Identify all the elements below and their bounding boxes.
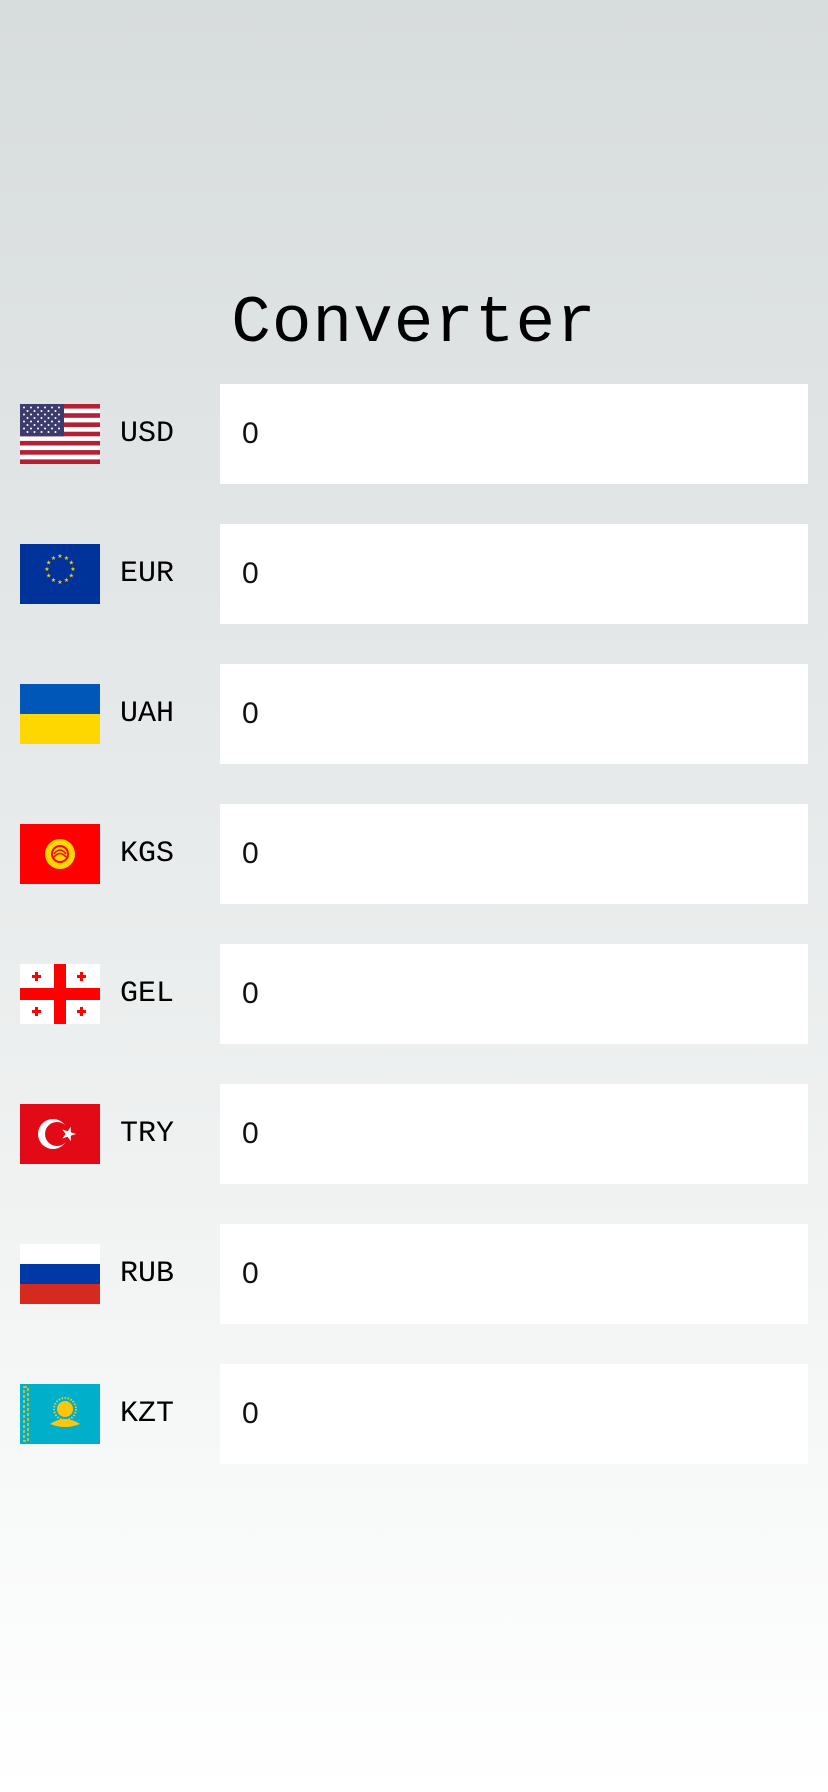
- us-flag-icon: [20, 404, 100, 464]
- page-title: Converter: [231, 286, 597, 361]
- kzt-amount-input[interactable]: [220, 1364, 808, 1464]
- svg-text:★: ★: [46, 573, 51, 580]
- currency-code: EUR: [120, 557, 175, 591]
- kgs-amount-input[interactable]: [220, 804, 808, 904]
- currency-code: RUB: [120, 1257, 175, 1291]
- currency-row-kgs: KGS: [0, 804, 828, 904]
- currency-code: KGS: [120, 837, 175, 871]
- uah-amount-input[interactable]: [220, 664, 808, 764]
- kyrgyzstan-flag-icon: [20, 824, 100, 884]
- georgia-flag-icon: [20, 964, 100, 1024]
- currency-row-usd: USD: [0, 384, 828, 484]
- svg-text:★: ★: [57, 579, 62, 586]
- currency-code: GEL: [120, 977, 175, 1011]
- currency-row-kzt: KZT: [0, 1364, 828, 1464]
- currency-row-try: TRY: [0, 1084, 828, 1184]
- currency-row-eur: ★ ★ ★ ★ ★ ★ ★ ★ ★ ★ ★ ★ EUR: [0, 524, 828, 624]
- currency-code: TRY: [120, 1117, 175, 1151]
- ukraine-flag-icon: [20, 684, 100, 744]
- try-amount-input[interactable]: [220, 1084, 808, 1184]
- eur-amount-input[interactable]: [220, 524, 808, 624]
- eu-flag-icon: ★ ★ ★ ★ ★ ★ ★ ★ ★ ★ ★ ★: [20, 544, 100, 604]
- currency-row-gel: GEL: [0, 944, 828, 1044]
- svg-text:★: ★: [44, 566, 49, 573]
- svg-text:★: ★: [69, 573, 74, 580]
- currency-row-rub: RUB: [0, 1224, 828, 1324]
- currency-code: KZT: [120, 1397, 175, 1431]
- svg-text:★: ★: [51, 577, 56, 584]
- turkey-flag-icon: [20, 1104, 100, 1164]
- svg-text:★: ★: [51, 555, 56, 562]
- gel-amount-input[interactable]: [220, 944, 808, 1044]
- currency-row-uah: UAH: [0, 664, 828, 764]
- rub-amount-input[interactable]: [220, 1224, 808, 1324]
- usd-amount-input[interactable]: [220, 384, 808, 484]
- currency-code: USD: [120, 417, 175, 451]
- russia-flag-icon: [20, 1244, 100, 1304]
- svg-text:★: ★: [57, 553, 62, 560]
- svg-text:★: ★: [64, 577, 69, 584]
- kazakhstan-flag-icon: [20, 1384, 100, 1444]
- currency-code: UAH: [120, 697, 175, 731]
